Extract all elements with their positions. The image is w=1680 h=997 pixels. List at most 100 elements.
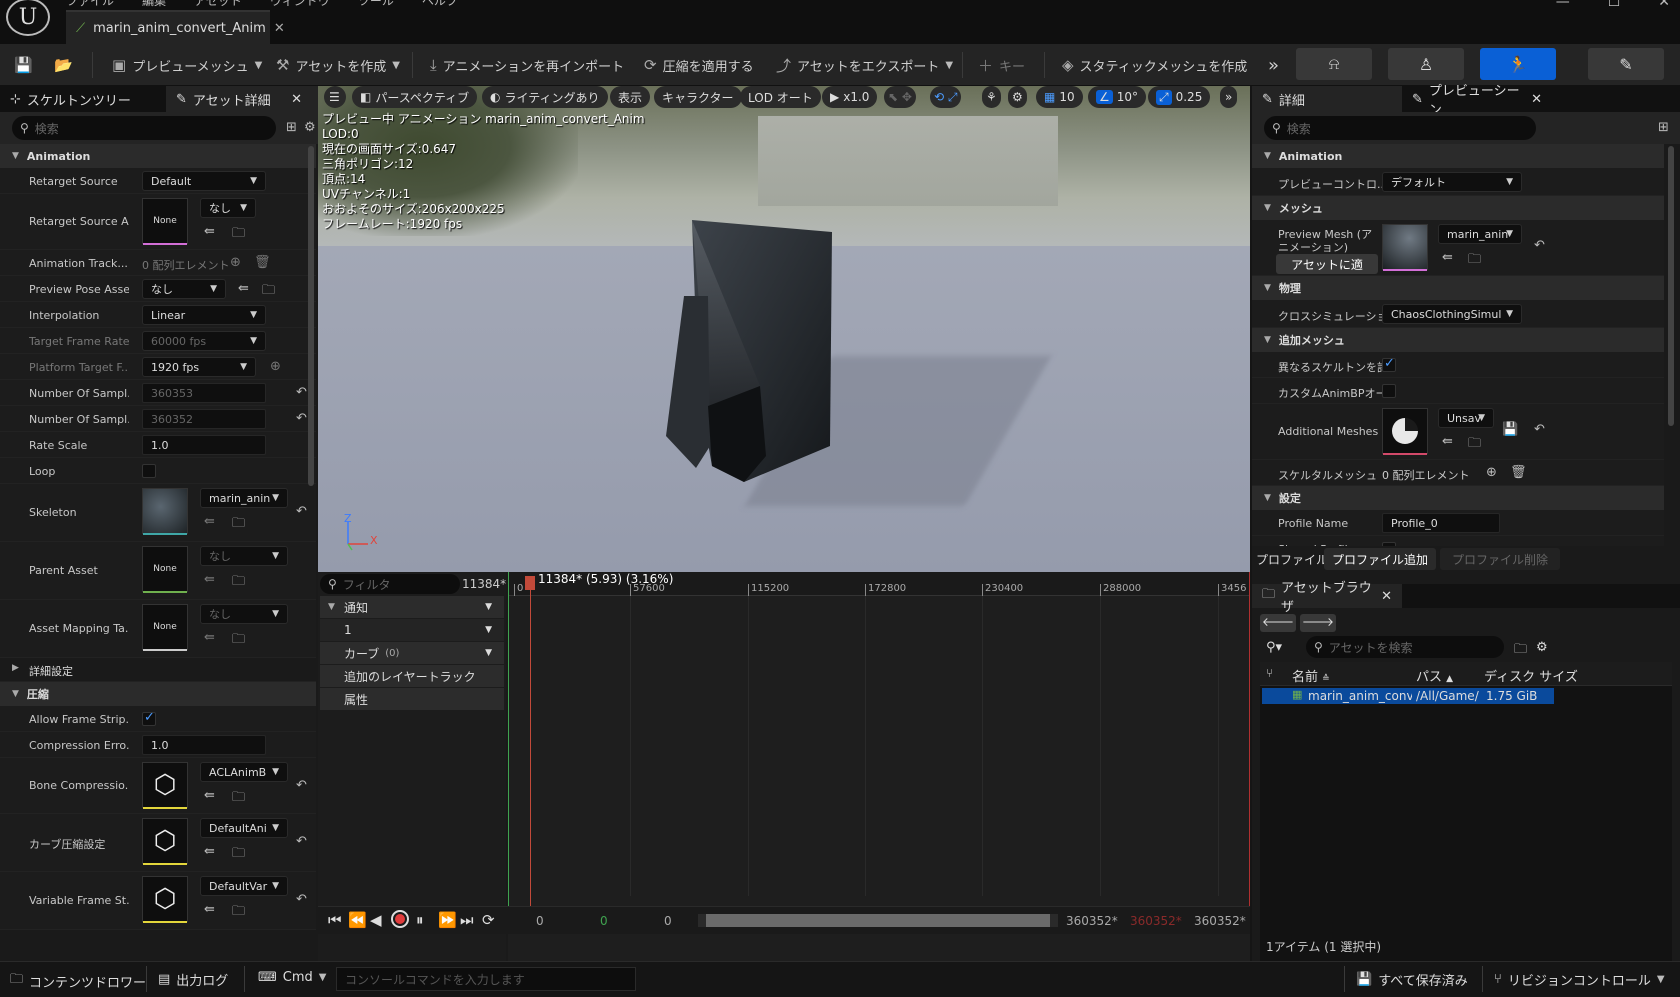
left-search-input[interactable]: ⚲ 検索 [12,116,276,140]
retarget-source-combo[interactable]: Default ▼ [142,171,266,191]
chevron-down-icon[interactable]: ▼ [485,648,492,658]
asset-thumbnail[interactable]: None [142,198,188,245]
section-compression[interactable]: ▼ 圧縮 [0,682,316,706]
settings-gear-icon[interactable]: ⚙ [1536,640,1548,655]
bone-compression-combo[interactable]: ACLAnimB ▼ [200,762,288,782]
surface-snap-icon[interactable]: ⚙ [1008,86,1027,108]
additional-meshes-thumbnail[interactable] [1382,408,1428,455]
track-notifies[interactable]: ▼ 通知 ▼ [320,596,504,618]
lod-button[interactable]: LOD オート [740,86,821,108]
use-selected-icon[interactable]: ⇚ [1442,434,1453,449]
delete-profile-button[interactable]: プロファイル削除 [1440,548,1560,570]
section-animation[interactable]: ▼ Animation [1252,144,1664,168]
reset-arrow-icon[interactable]: ↶ [296,504,307,519]
retarget-asset-combo[interactable]: なし ▼ [200,198,256,218]
section-additional-meshes[interactable]: ▼ 追加メッシュ [1252,328,1664,352]
preview-mesh-button[interactable]: ▣ プレビューメッシュ ▼ [112,52,262,78]
filter-icon[interactable]: ⚲▾ [1266,640,1282,655]
step-back-icon[interactable]: ⏪ [348,911,367,929]
rotation-snap-button[interactable]: ∠ 10° [1088,86,1147,108]
range-end-a[interactable]: 360352* [1066,914,1118,928]
range-end-c[interactable]: 360352* [1194,914,1246,928]
tab-asset-details[interactable]: ✎ アセット詳細 ✕ [166,86,318,112]
number-of-sampled-keys-field[interactable]: 360352 [142,409,266,429]
tab-asset-browser[interactable]: 🗀 アセットブラウザ ✕ [1252,581,1402,615]
close-panel-icon[interactable]: ✕ [1381,589,1392,604]
go-to-end-icon[interactable]: ⏭ [460,911,474,929]
target-frame-rate-combo[interactable]: 60000 fps ▼ [142,331,266,351]
right-search-input[interactable]: ⚲ 検索 [1264,116,1536,140]
folder-icon[interactable]: 🗀 [1514,640,1527,662]
forward-arrow-icon[interactable]: 🡒 [1300,614,1336,632]
back-arrow-icon[interactable]: 🡐 [1260,614,1296,632]
unreal-logo-icon[interactable]: U [6,0,50,36]
browse-asset-icon[interactable]: 🗀 [232,572,245,594]
asset-row[interactable]: ▦ marin_anim_conve /All/Game/ 1.75 GiB [1262,688,1554,704]
custom-anim-bp-checkbox[interactable] [1382,384,1396,398]
section-mesh[interactable]: ▼ メッシュ [1252,196,1664,220]
use-selected-icon[interactable]: ⇚ [1442,250,1453,265]
use-selected-icon[interactable]: ⇚ [204,788,215,803]
reset-arrow-icon[interactable]: ↶ [296,892,307,907]
view-options-icon[interactable]: ⊞ [1658,120,1669,135]
compression-error-field[interactable]: 1.0 [142,735,266,755]
interpolation-combo[interactable]: Linear ▼ [142,305,266,325]
variable-frame-combo[interactable]: DefaultVar ▼ [200,876,288,896]
lighting-button[interactable]: ◐ ライティングあり [482,86,608,108]
record-icon[interactable] [391,910,409,928]
console-input[interactable]: コンソールコマンドを入力します [336,967,636,991]
physics-mode-button[interactable]: ✎ [1588,48,1664,80]
curve-compression-combo[interactable]: DefaultAni ▼ [200,818,288,838]
perspective-button[interactable]: ◧ パースペクティブ [352,86,478,108]
reset-arrow-icon[interactable]: ↶ [1534,422,1545,437]
preview-mesh-thumbnail[interactable] [1382,224,1428,271]
browse-asset-icon[interactable]: 🗀 [232,630,245,652]
range-start-a[interactable]: 0 [536,914,544,928]
use-selected-icon[interactable]: ⇚ [204,514,215,529]
select-tool-icon[interactable]: ⬉ ✥ [884,86,916,108]
menu-asset[interactable]: アセット [194,0,242,9]
menu-file[interactable]: ファイル [66,0,114,9]
timeline-area[interactable]: 0 57600 115200 172800 230400 288000 3456… [508,572,1250,961]
skeleton-thumbnail[interactable] [142,488,188,535]
close-tab-icon[interactable]: ✕ [274,21,285,36]
use-selected-icon[interactable]: ⇚ [238,281,249,296]
settings-gear-icon[interactable]: ⚙ [304,120,316,135]
close-icon[interactable]: ✕ [1658,0,1670,10]
timeline-scroll-track[interactable] [698,914,1058,927]
save-all-button[interactable]: 💾 すべて保存済み [1356,970,1468,989]
viewport-menu-icon[interactable]: ☰ [324,86,346,108]
range-start-b[interactable]: 0 [600,914,608,928]
document-tab[interactable]: ⟋ marin_anim_convert_Anim ✕ [66,10,285,44]
track-additive-layer[interactable]: 追加のレイヤートラック [320,665,504,687]
track-notify-1[interactable]: 1 ▼ [320,619,504,641]
browse-asset-icon[interactable]: 🗀 [1468,434,1481,456]
pause-icon[interactable]: ⏸ [416,911,424,929]
timeline-scroll-thumb[interactable] [706,914,1050,927]
additional-meshes-combo[interactable]: Unsav ▼ [1438,408,1494,428]
asset-search-input[interactable]: ⚲ アセットを検索 [1306,636,1504,658]
add-element-icon[interactable]: ⊕ [1486,465,1497,480]
range-end-b[interactable]: 360352* [1130,914,1182,928]
section-advanced[interactable]: ▶ 詳細設定 [0,658,316,682]
animation-mode-button[interactable]: 🏃 [1480,48,1556,80]
minimize-icon[interactable]: — [1556,0,1570,10]
make-static-mesh-button[interactable]: ◈ スタティックメッシュを作成 [1062,52,1247,78]
delete-icon[interactable]: 🗑 [1510,465,1527,480]
tab-details[interactable]: ✎ 詳細 [1252,86,1402,112]
playback-speed-button[interactable]: ▶ x1.0 [822,86,878,108]
browse-asset-icon[interactable]: 🗀 [232,788,245,810]
skeleton-combo[interactable]: marin_anin ▼ [200,488,288,508]
column-disk-size[interactable]: ディスク サイズ [1484,666,1578,685]
content-drawer-button[interactable]: 🗀 コンテンツドロワー [10,970,146,992]
track-curves[interactable]: カーブ (0) ▼ [320,642,504,664]
step-forward-icon[interactable]: ⏩ [438,911,457,929]
create-asset-button[interactable]: ⚒ アセットを作成 ▼ [276,52,400,78]
use-selected-icon[interactable]: ⇚ [204,630,215,645]
allow-frame-strip-checkbox[interactable] [142,710,156,726]
column-path[interactable]: パス ▲ [1416,666,1453,685]
toolbar-overflow-icon[interactable]: » [1268,52,1279,78]
section-animation[interactable]: ▼ Animation [0,144,316,168]
loop-icon[interactable]: ⟳ [482,911,495,929]
browse-icon[interactable]: 📂 [54,52,79,78]
